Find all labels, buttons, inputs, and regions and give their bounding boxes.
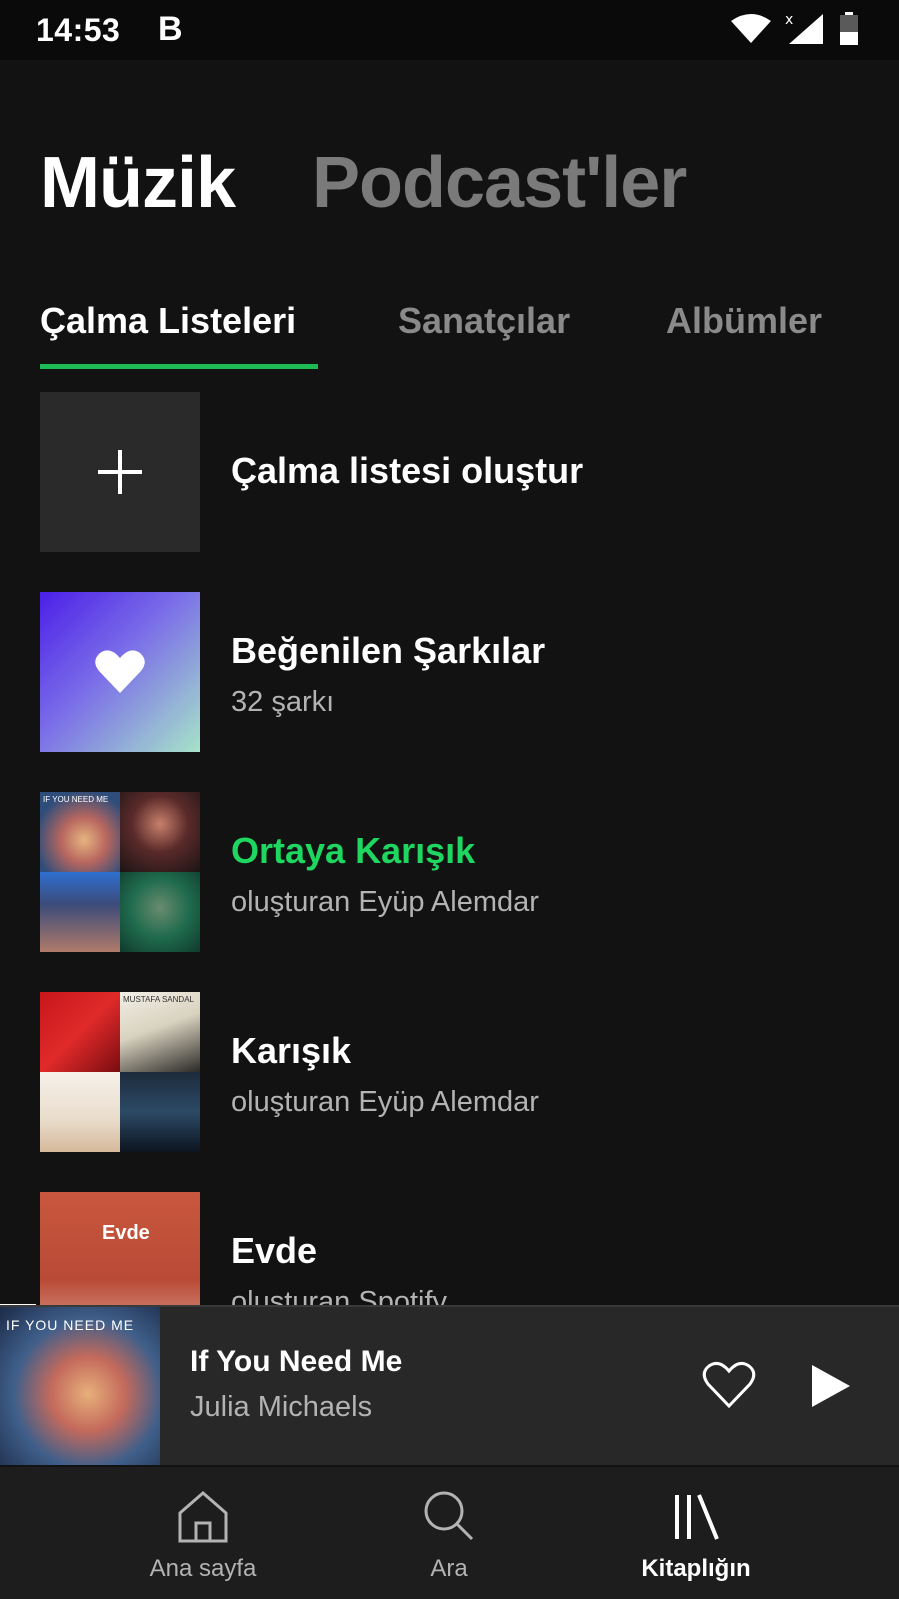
nav-home-label: Ana sayfa [149, 1555, 257, 1582]
nav-home[interactable]: Ana sayfa [103, 1467, 303, 1599]
nav-search[interactable]: Ara [349, 1467, 549, 1599]
nav-library-label: Kitaplığın [641, 1555, 751, 1582]
cover-tile: IF YOU NEED ME [40, 792, 120, 872]
battery-icon [840, 12, 858, 45]
playlist-owner: oluşturan Eyüp Alemdar [231, 1086, 539, 1118]
playlist-title: Karışık [231, 1030, 352, 1071]
now-playing-bar[interactable]: IF YOU NEED ME If You Need Me Julia Mich… [0, 1305, 899, 1465]
playlist-row-karisik[interactable]: MUSTAFA SANDAL Karışık oluşturan Eyüp Al… [40, 992, 859, 1152]
playlist-owner: oluşturan Spotify [231, 1286, 448, 1305]
nav-search-label: Ara [430, 1555, 468, 1582]
liked-songs-thumb [40, 592, 200, 752]
playlist-row-ortaya-karisik[interactable]: IF YOU NEED ME Ortaya Karışık oluşturan … [40, 792, 859, 952]
create-playlist-label: Çalma listesi oluştur [231, 450, 584, 491]
playlist-title: Evde [231, 1230, 318, 1271]
cover-tile-text: IF YOU NEED ME [43, 795, 109, 804]
wifi-icon [731, 14, 771, 43]
now-playing-title: If You Need Me [190, 1345, 403, 1378]
nav-library[interactable]: Kitaplığın [596, 1467, 796, 1599]
heart-icon [95, 650, 145, 693]
playlist-row-evde[interactable]: Evde Evde oluşturan Spotify [40, 1192, 859, 1305]
playlist-cover-mosaic: MUSTAFA SANDAL [40, 992, 200, 1152]
status-bar: 14:53 B x [0, 0, 899, 60]
heart-icon[interactable] [702, 1361, 756, 1409]
cover-tile [120, 792, 200, 872]
create-playlist-thumb [40, 392, 200, 552]
notification-b-icon: B [158, 10, 183, 48]
cover-text: Evde [102, 1222, 150, 1244]
liked-songs-title: Beğenilen Şarkılar [231, 630, 546, 671]
create-playlist-row[interactable]: Çalma listesi oluştur [40, 392, 859, 552]
home-icon [178, 1491, 228, 1543]
library-icon [675, 1494, 719, 1540]
playlist-cover-mosaic: IF YOU NEED ME [40, 792, 200, 952]
tab-playlists[interactable]: Çalma Listeleri [40, 300, 296, 342]
cover-tile [40, 1072, 120, 1152]
play-icon[interactable] [810, 1363, 852, 1409]
cover-tile [120, 1072, 200, 1152]
liked-songs-count: 32 şarkı [231, 686, 335, 718]
now-playing-artist: Julia Michaels [190, 1391, 373, 1423]
plus-icon [98, 450, 142, 494]
search-icon [424, 1491, 474, 1541]
artwork-text: IF YOU NEED ME [6, 1317, 135, 1333]
signal-icon: x [785, 12, 823, 44]
status-time: 14:53 [36, 12, 121, 48]
bottom-nav: Ana sayfa Ara Kitaplığın [0, 1467, 899, 1599]
cover-tile: MUSTAFA SANDAL [120, 992, 200, 1072]
playlist-title: Ortaya Karışık [231, 830, 476, 871]
status-icons: x [731, 12, 859, 46]
cover-tile-text: MUSTAFA SANDAL [123, 995, 194, 1004]
playlist-owner: oluşturan Eyüp Alemdar [231, 886, 539, 918]
liked-songs-row[interactable]: Beğenilen Şarkılar 32 şarkı [40, 592, 859, 752]
tab-music[interactable]: Müzik [40, 142, 236, 224]
tab-artists[interactable]: Sanatçılar [398, 300, 570, 342]
tab-albums[interactable]: Albümler [666, 300, 822, 342]
cover-tile [40, 872, 120, 952]
svg-text:x: x [785, 12, 793, 28]
now-playing-artwork: IF YOU NEED ME [0, 1307, 160, 1465]
cover-tile [120, 872, 200, 952]
playlist-cover-evde: Evde [40, 1192, 200, 1305]
active-tab-indicator [40, 364, 318, 369]
tab-podcasts[interactable]: Podcast'ler [312, 142, 687, 224]
cover-tile [40, 992, 120, 1072]
